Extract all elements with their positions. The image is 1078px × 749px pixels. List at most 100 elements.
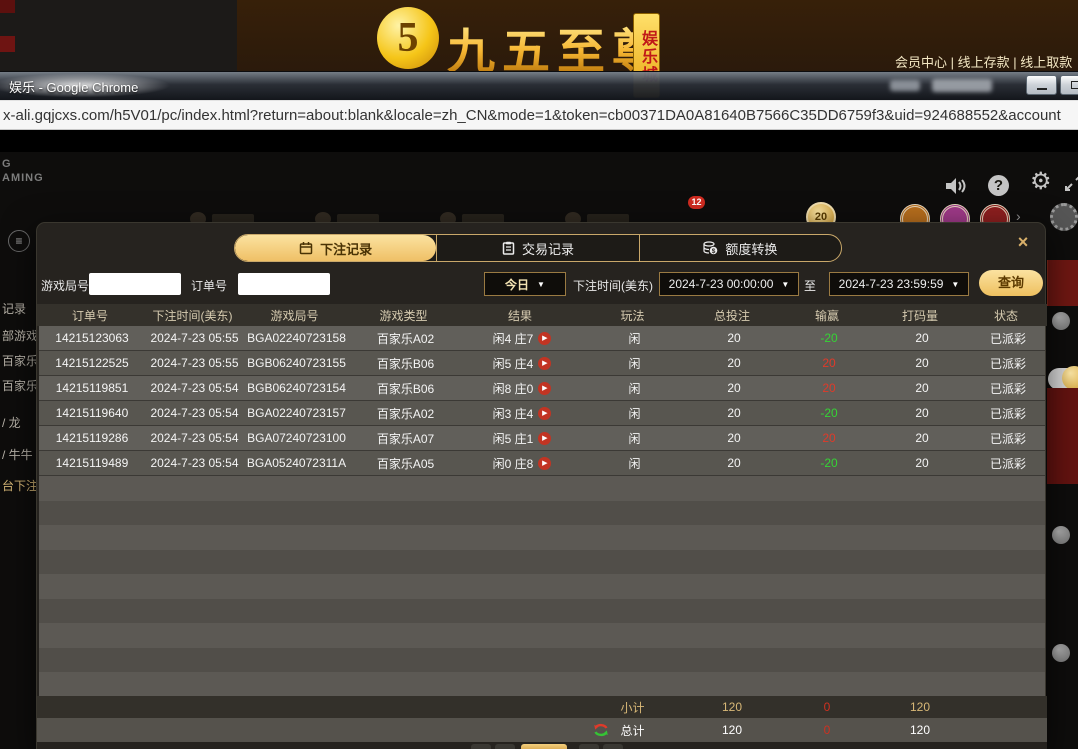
provider-logo: G AMING	[2, 157, 44, 185]
background-window-fragment	[0, 0, 15, 13]
minimize-button[interactable]	[1026, 75, 1057, 95]
result-cell: 闲3 庄4▶	[462, 405, 582, 422]
tab-label: 下注记录	[320, 239, 372, 258]
play-video-icon[interactable]: ▶	[538, 357, 551, 370]
table-cell: 20	[687, 356, 781, 370]
table-cell: 已派彩	[967, 455, 1049, 472]
table-cell: BGA0524072311A	[244, 456, 349, 470]
total-row: 总计 120 0 120	[37, 718, 1047, 742]
result-text: 闲5 庄4	[493, 355, 534, 372]
close-icon[interactable]: ×	[1012, 231, 1034, 253]
pagination-button[interactable]	[471, 744, 491, 749]
date-from-select[interactable]: 2024-7-23 00:00:00 ▼	[659, 272, 799, 296]
result-cell: 闲8 庄0 ▶	[462, 380, 582, 397]
pagination-button[interactable]	[603, 744, 623, 749]
table-cell: 20	[877, 456, 967, 470]
sidebar-fragment: 百家乐	[2, 377, 38, 394]
bet-time-label: 下注时间(美东)	[573, 277, 653, 294]
search-button[interactable]: 查询	[979, 270, 1043, 296]
pagination-button[interactable]	[579, 744, 599, 749]
casino-banner: 5 九五至尊 娱乐城 会员中心 | 线上存款 | 线上取款	[0, 0, 1078, 71]
total-win-loss: 0	[779, 723, 875, 737]
date-to-value: 2024-7-23 23:59:59	[839, 277, 944, 291]
background-knob	[1052, 526, 1070, 544]
order-input[interactable]	[238, 273, 330, 295]
table-cell: 14215119286	[39, 431, 145, 445]
table-cell: 闲	[582, 405, 687, 422]
play-video-icon[interactable]: ▶	[538, 457, 551, 470]
result-cell: 闲4 庄7▶	[462, 330, 582, 347]
subtotal-label: 小计	[580, 699, 685, 716]
subtotal-total-bet: 120	[685, 700, 779, 714]
table-cell: 2024-7-23 05:55	[145, 356, 244, 370]
sidebar-fragment: 台下注	[2, 477, 38, 494]
tab-transaction-records[interactable]: 交易记录	[436, 235, 638, 261]
play-video-icon[interactable]: ▶	[538, 407, 551, 420]
banner-links[interactable]: 会员中心 | 线上存款 | 线上取款	[895, 52, 1078, 71]
tab-bet-records[interactable]: 下注记录	[235, 235, 436, 261]
background-window-fragment	[0, 36, 15, 52]
table-cell: 百家乐A02	[349, 405, 462, 422]
subtotal-valid-bet: 120	[875, 700, 965, 714]
sidebar-fragment: / 牛牛	[2, 446, 38, 463]
table-cell: 百家乐A02	[349, 330, 462, 347]
column-header: 下注时间(美东)	[143, 307, 242, 324]
win-loss-cell: -20	[781, 331, 877, 345]
total-total-bet: 120	[685, 723, 779, 737]
background-panel-fragment	[1047, 260, 1078, 306]
table-header-row: 订单号下注时间(美东)游戏局号游戏类型结果玩法总投注输赢打码量状态	[37, 304, 1047, 326]
pagination-current-page[interactable]	[521, 744, 567, 749]
order-filter-label: 订单号	[191, 277, 227, 294]
help-icon[interactable]: ?	[988, 175, 1009, 196]
empty-rows-area	[39, 476, 1045, 696]
pagination-strip	[37, 742, 1047, 749]
subtotal-win-loss: 0	[779, 700, 875, 714]
date-to-select[interactable]: 2024-7-23 23:59:59 ▼	[829, 272, 969, 296]
chevron-down-icon: ▼	[537, 280, 545, 289]
play-video-icon[interactable]: ▶	[538, 432, 551, 445]
table-cell: 已派彩	[967, 380, 1049, 397]
maximize-button[interactable]	[1060, 75, 1078, 95]
table-cell: 已派彩	[967, 405, 1049, 422]
result-text: 闲8 庄0	[493, 380, 534, 397]
table-cell: 20	[877, 381, 967, 395]
pagination-button[interactable]	[495, 744, 515, 749]
url-bar[interactable]: x-ali.gqjcxs.com/h5V01/pc/index.html?ret…	[0, 100, 1078, 130]
table-row: 142151192862024-7-23 05:54BGA07240723100…	[39, 426, 1045, 451]
chevron-down-icon: ▼	[951, 280, 959, 289]
win-loss-cell: 20	[781, 431, 877, 445]
table-cell: 20	[687, 456, 781, 470]
table-cell: 已派彩	[967, 330, 1049, 347]
table-cell: 闲	[582, 430, 687, 447]
minimize-icon	[1037, 88, 1047, 90]
sidebar-fragment: 记录	[2, 300, 38, 317]
table-cell: 20	[687, 406, 781, 420]
chevron-down-icon: ▼	[781, 280, 789, 289]
table-cell: 14215119851	[39, 381, 145, 395]
round-input[interactable]	[89, 273, 181, 295]
play-video-icon[interactable]: ▶	[538, 332, 551, 345]
column-header: 游戏类型	[347, 307, 460, 324]
play-video-icon[interactable]: ▶	[538, 382, 551, 395]
refresh-icon[interactable]	[593, 722, 609, 738]
notification-badge: 12	[688, 196, 705, 209]
table-cell: 已派彩	[967, 355, 1049, 372]
table-row: 142151230632024-7-23 05:55BGA02240723158…	[39, 326, 1045, 351]
sidebar-menu-icon: ≡	[8, 230, 30, 252]
gear-icon[interactable]: ⚙	[1030, 170, 1052, 194]
result-cell: 闲0 庄8▶	[462, 455, 582, 472]
tab-quota-transfer[interactable]: $ 额度转换	[639, 235, 841, 261]
sound-icon[interactable]	[944, 175, 968, 197]
brand-logo-icon: 5	[377, 7, 439, 69]
fullscreen-icon[interactable]	[1064, 172, 1078, 192]
column-header: 订单号	[37, 307, 143, 324]
column-header: 游戏局号	[242, 307, 347, 324]
clipboard-icon	[502, 241, 515, 255]
win-loss-cell: -20	[781, 406, 877, 420]
column-header: 玩法	[580, 307, 685, 324]
table-cell: 闲	[582, 380, 687, 397]
date-range-select[interactable]: 今日 ▼	[484, 272, 566, 296]
table-cell: 14215123063	[39, 331, 145, 345]
table-row: 142151194892024-7-23 05:54BGA0524072311A…	[39, 451, 1045, 476]
result-text: 闲5 庄1	[493, 430, 534, 447]
